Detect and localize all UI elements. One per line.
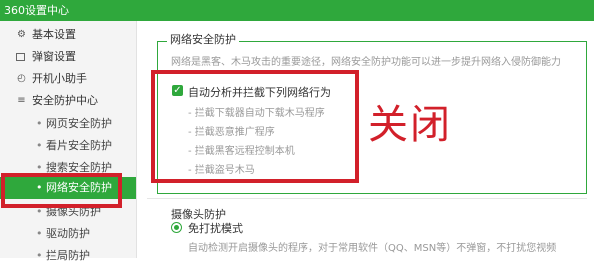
sidebar-item-label: 搜索安全防护 [46, 161, 112, 174]
shield-list-icon: ≡ [17, 95, 26, 106]
window-title: 360设置中心 [0, 0, 594, 21]
sidebar-item-label: 基本设置 [32, 28, 76, 41]
sidebar-subitem-video-protection[interactable]: • 看片安全防护 [0, 135, 136, 157]
camera-description: 自动检测开启摄像头的程序，对于常用软件（QQ、MSN等）不弹窗，不打扰您视频 [188, 243, 557, 254]
sidebar-item-label: 弹窗设置 [32, 50, 76, 63]
window-icon [16, 53, 25, 61]
option-item: - 拦截下载器自动下载木马程序 [188, 108, 325, 119]
sidebar-item-security-center[interactable]: ≡ 安全防护中心 [0, 90, 136, 112]
sidebar-item-label: 开机小助手 [32, 72, 87, 85]
sidebar-item-label: 网络安全防护 [46, 181, 112, 194]
check-icon: ✓ [173, 85, 182, 96]
sidebar-item-popup-settings[interactable]: 弹窗设置 [0, 46, 136, 68]
option-item: - 拦截盗号木马 [188, 165, 255, 176]
checkbox-label: 自动分析并拦截下列网络行为 [188, 86, 331, 99]
sidebar-subitem-camera-protection[interactable]: • 摄像头防护 [0, 201, 136, 223]
sidebar-subitem-web-protection[interactable]: • 网页安全防护 [0, 113, 136, 135]
option-item: - 拦截黑客远程控制本机 [188, 146, 295, 157]
section-description: 网络是黑客、木马攻击的重要途径，网络安全防护功能可以进一步提升网络入侵防御能力 [171, 57, 561, 68]
option-item: - 拦截恶意推广程序 [188, 127, 275, 138]
sidebar-item-label: 看片安全防护 [46, 139, 112, 152]
sidebar-item-label: 摄像头防护 [46, 205, 101, 218]
annotation-text: 关闭 [368, 102, 452, 148]
auto-analyze-checkbox[interactable]: ✓ [172, 85, 183, 96]
radio-label: 免打扰模式 [188, 222, 243, 235]
sidebar-item-label: 驱动防护 [46, 227, 90, 240]
gear-icon: ⚙ [17, 29, 26, 40]
sidebar-item-basic-settings[interactable]: ⚙ 基本设置 [0, 24, 136, 46]
divider [147, 198, 587, 199]
sidebar-subitem-driver-protection[interactable]: • 驱动防护 [0, 223, 136, 245]
sidebar-item-label: 安全防护中心 [32, 94, 98, 107]
sidebar-item-label: 网页安全防护 [46, 117, 112, 130]
sidebar-subitem-block-protection[interactable]: • 拦局防护 [0, 245, 136, 267]
no-disturb-radio[interactable] [171, 222, 182, 233]
sidebar-subitem-search-protection[interactable]: • 搜索安全防护 [0, 157, 136, 179]
section-title: 网络安全防护 [167, 31, 239, 47]
sidebar-item-boot-assistant[interactable]: ◴ 开机小助手 [0, 68, 136, 90]
sidebar-subitem-network-protection[interactable]: • 网络安全防护 [0, 177, 136, 199]
sidebar-item-label: 拦局防护 [46, 249, 90, 262]
clock-icon: ◴ [17, 73, 26, 84]
